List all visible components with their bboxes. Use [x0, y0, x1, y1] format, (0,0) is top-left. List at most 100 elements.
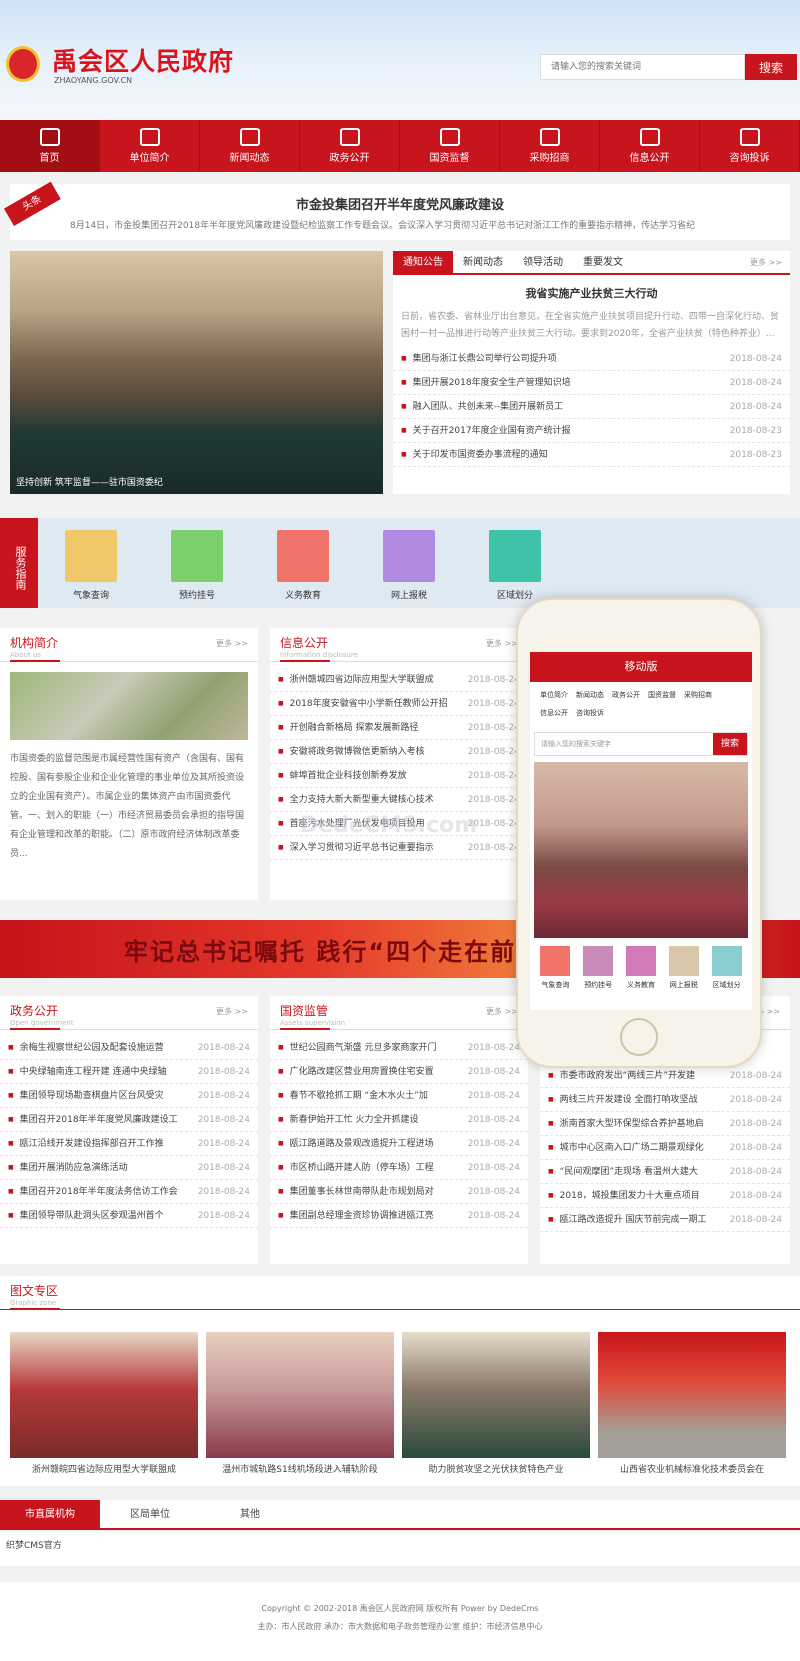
assets-panel: 国资监管Assets supervision更多 >> 世纪公园商气渐盛 元旦多…	[270, 996, 528, 1264]
list-item[interactable]: 开创融合新格局 探索发展新路径2018-08-24	[270, 716, 528, 740]
tab-notice[interactable]: 通知公告	[393, 251, 453, 273]
list-item[interactable]: 集团开展2018年度安全生产管理知识培2018-08-24	[393, 371, 790, 395]
nav-info[interactable]: 信息公开	[600, 120, 700, 172]
list-item[interactable]: 全力支持大新大新型重大键核心技术2018-08-24	[270, 788, 528, 812]
list-item[interactable]: 集团领导现场勘查棋盘片区台风受灾2018-08-24	[0, 1084, 258, 1108]
gov-panel: 政务公开Open government更多 >> 余梅生视察世纪公园及配套设施运…	[0, 996, 258, 1264]
list-item[interactable]: 春节不歇抢抓工期 “金木水火土”加2018-08-24	[270, 1084, 528, 1108]
service-education[interactable]: 义务教育	[268, 530, 338, 601]
more-link[interactable]: 更多 >>	[486, 638, 518, 649]
tab-news[interactable]: 新闻动态	[453, 251, 513, 273]
service-region[interactable]: 区域划分	[480, 530, 550, 601]
phone-nav-item[interactable]: 政务公开	[608, 686, 644, 704]
list-item[interactable]: 集团召开2018年半年度党风廉政建设工2018-08-24	[0, 1108, 258, 1132]
phone-nav-item[interactable]: 信息公开	[536, 704, 572, 722]
nav-news[interactable]: 新闻动态	[200, 120, 300, 172]
tab-district-units[interactable]: 区局单位	[100, 1500, 200, 1528]
about-text: 市国资委的监督范围是市属经营性国有资产（含国有、国有控股、国有参股企业和企业化管…	[10, 754, 245, 859]
list-item[interactable]: 集团与浙江长鼎公司举行公司提升项2018-08-24	[393, 347, 790, 371]
list-item[interactable]: 浙州赣城四省边际应用型大学联盟成2018-08-24	[270, 668, 528, 692]
watermark: DedeCMS.com	[300, 813, 478, 838]
nav-assets[interactable]: 国资监督	[400, 120, 500, 172]
phone-image[interactable]	[534, 762, 748, 938]
list-item[interactable]: 世纪公园商气渐盛 元旦多家商家开门2018-08-24	[270, 1036, 528, 1060]
gallery-image[interactable]	[10, 1332, 198, 1458]
list-item[interactable]: “民间观摩团”走现场 看温州大建大2018-08-24	[540, 1160, 790, 1184]
search-button[interactable]: 搜索	[745, 54, 797, 80]
phone-nav-item[interactable]: 单位简介	[536, 686, 572, 704]
gallery-image[interactable]	[598, 1332, 786, 1458]
nav-purchase[interactable]: 采购招商	[500, 120, 600, 172]
list-item[interactable]: 集团召开2018年半年度法务信访工作会2018-08-24	[0, 1180, 258, 1204]
gallery-image[interactable]	[206, 1332, 394, 1458]
mail-icon	[739, 128, 760, 146]
phone-service[interactable]: 预约挂号	[580, 946, 616, 990]
list-item[interactable]: 集团开展消防应急演练活动2018-08-24	[0, 1156, 258, 1180]
phone-nav-item[interactable]: 新闻动态	[572, 686, 608, 704]
service-guide: 服务指南 气象查询 预约挂号 义务教育 网上报税 区域划分	[0, 518, 800, 608]
list-item[interactable]: 广化路改建区营业用房置换住宅安置2018-08-24	[270, 1060, 528, 1084]
list-item[interactable]: 城市中心区南入口广场二期景观绿化2018-08-24	[540, 1136, 790, 1160]
nav-consult[interactable]: 咨询投诉	[700, 120, 800, 172]
service-tax[interactable]: 网上报税	[374, 530, 444, 601]
more-link[interactable]: 更多 >>	[216, 638, 248, 649]
search-input[interactable]	[540, 54, 745, 80]
list-item[interactable]: 浙南首家大型环保型综合养护基地启2018-08-24	[540, 1112, 790, 1136]
list-item[interactable]: 新春伊始开工忙 火力全开抓建设2018-08-24	[270, 1108, 528, 1132]
yen-icon	[383, 530, 435, 582]
phone-nav-item[interactable]: 采购招商	[680, 686, 716, 704]
feature-title[interactable]: 我省实施产业扶贫三大行动	[393, 285, 790, 301]
list-item[interactable]: 集团副总经理金资珍协调推进瓯江亮2018-08-24	[270, 1204, 528, 1228]
nav-about[interactable]: 单位简介	[100, 120, 200, 172]
friend-link[interactable]: 织梦CMS官方	[6, 1538, 62, 1551]
list-item[interactable]: 2018年度安徽省中小学新任教师公开招2018-08-24	[270, 692, 528, 716]
list-item[interactable]: 集团领导带队赴洞头区参观温州首个2018-08-24	[0, 1204, 258, 1228]
list-item[interactable]: 融入团队、共创未来--集团开展新员工2018-08-24	[393, 395, 790, 419]
phone-service[interactable]: 网上报税	[666, 946, 702, 990]
more-link[interactable]: 更多 >>	[216, 1006, 248, 1017]
gallery-caption[interactable]: 山西省农业机械标准化技术委员会在	[598, 1462, 786, 1475]
list-item[interactable]: 瓯江路道路及景观改造提升工程进场2018-08-24	[270, 1132, 528, 1156]
list-item[interactable]: 2018，城投集团发力十大重点项目2018-08-24	[540, 1184, 790, 1208]
phone-service[interactable]: 气象查询	[537, 946, 573, 990]
phone-service[interactable]: 义务教育	[623, 946, 659, 990]
tab-leaders[interactable]: 领导活动	[513, 251, 573, 273]
nav-home[interactable]: 首页	[0, 120, 100, 172]
list-item[interactable]: 瓯江路改造提升 国庆节前完成一期工2018-08-24	[540, 1208, 790, 1232]
list-item[interactable]: 中央绿轴南连工程开建 连通中央绿轴2018-08-24	[0, 1060, 258, 1084]
info-title: 信息公开	[280, 636, 329, 650]
list-item[interactable]: 两线三片开发建设 全面打响攻坚战2018-08-24	[540, 1088, 790, 1112]
list-item[interactable]: 集团董事长林世南带队赴市规划局对2018-08-24	[270, 1180, 528, 1204]
more-link[interactable]: 更多 >>	[750, 257, 782, 268]
footer-info: 主办：市人民政府 承办：市大数据和电子政务管理办公室 维护：市经济信息中心	[257, 1622, 543, 1631]
service-weather[interactable]: 气象查询	[56, 530, 126, 601]
list-item[interactable]: 关于印发市国资委办事流程的通知2018-08-23	[393, 443, 790, 467]
service-appointment[interactable]: 预约挂号	[162, 530, 232, 601]
phone-search[interactable]: 请输入您的搜索关键字 搜索	[534, 732, 748, 756]
phone-nav-item[interactable]: 咨询投诉	[572, 704, 608, 722]
gallery-caption[interactable]: 温州市城轨路S1线机场段进入辅轨阶段	[206, 1462, 394, 1475]
photo-slider[interactable]: 坚持创新 筑牢监督——驻市国资委纪	[10, 251, 383, 494]
phone-service[interactable]: 区域划分	[709, 946, 745, 990]
nav-gov[interactable]: 政务公开	[300, 120, 400, 172]
document-icon	[65, 530, 117, 582]
service-guide-label: 服务指南	[0, 518, 38, 608]
gallery-caption[interactable]: 助力脱贫攻坚之光伏扶贫特色产业	[402, 1462, 590, 1475]
gallery-image[interactable]	[402, 1332, 590, 1458]
gallery-caption[interactable]: 浙州赣皖四省边际应用型大学联盟成	[10, 1462, 198, 1475]
about-image	[10, 672, 248, 740]
video-icon	[439, 128, 460, 146]
list-item[interactable]: 市区桥山路开建人防（停车场）工程2018-08-24	[270, 1156, 528, 1180]
list-item[interactable]: 深入学习贯彻习近平总书记重要指示2018-08-24	[270, 836, 528, 860]
headline-title[interactable]: 市金投集团召开半年度党风廉政建设	[10, 194, 790, 213]
list-item[interactable]: 安徽将政务微博微信更新纳入考核2018-08-24	[270, 740, 528, 764]
tab-other[interactable]: 其他	[200, 1500, 300, 1528]
tab-documents[interactable]: 重要发文	[573, 251, 633, 273]
list-item[interactable]: 蚌埠首批企业科技创新券发放2018-08-24	[270, 764, 528, 788]
more-link[interactable]: 更多 >>	[486, 1006, 518, 1017]
tab-direct-units[interactable]: 市直属机构	[0, 1500, 100, 1528]
list-item[interactable]: 瓯江沿线开发建设指挥部召开工作推2018-08-24	[0, 1132, 258, 1156]
list-item[interactable]: 关于召开2017年度企业国有资产统计报2018-08-23	[393, 419, 790, 443]
phone-nav-item[interactable]: 国资监督	[644, 686, 680, 704]
list-item[interactable]: 余梅生视察世纪公园及配套设施运营2018-08-24	[0, 1036, 258, 1060]
